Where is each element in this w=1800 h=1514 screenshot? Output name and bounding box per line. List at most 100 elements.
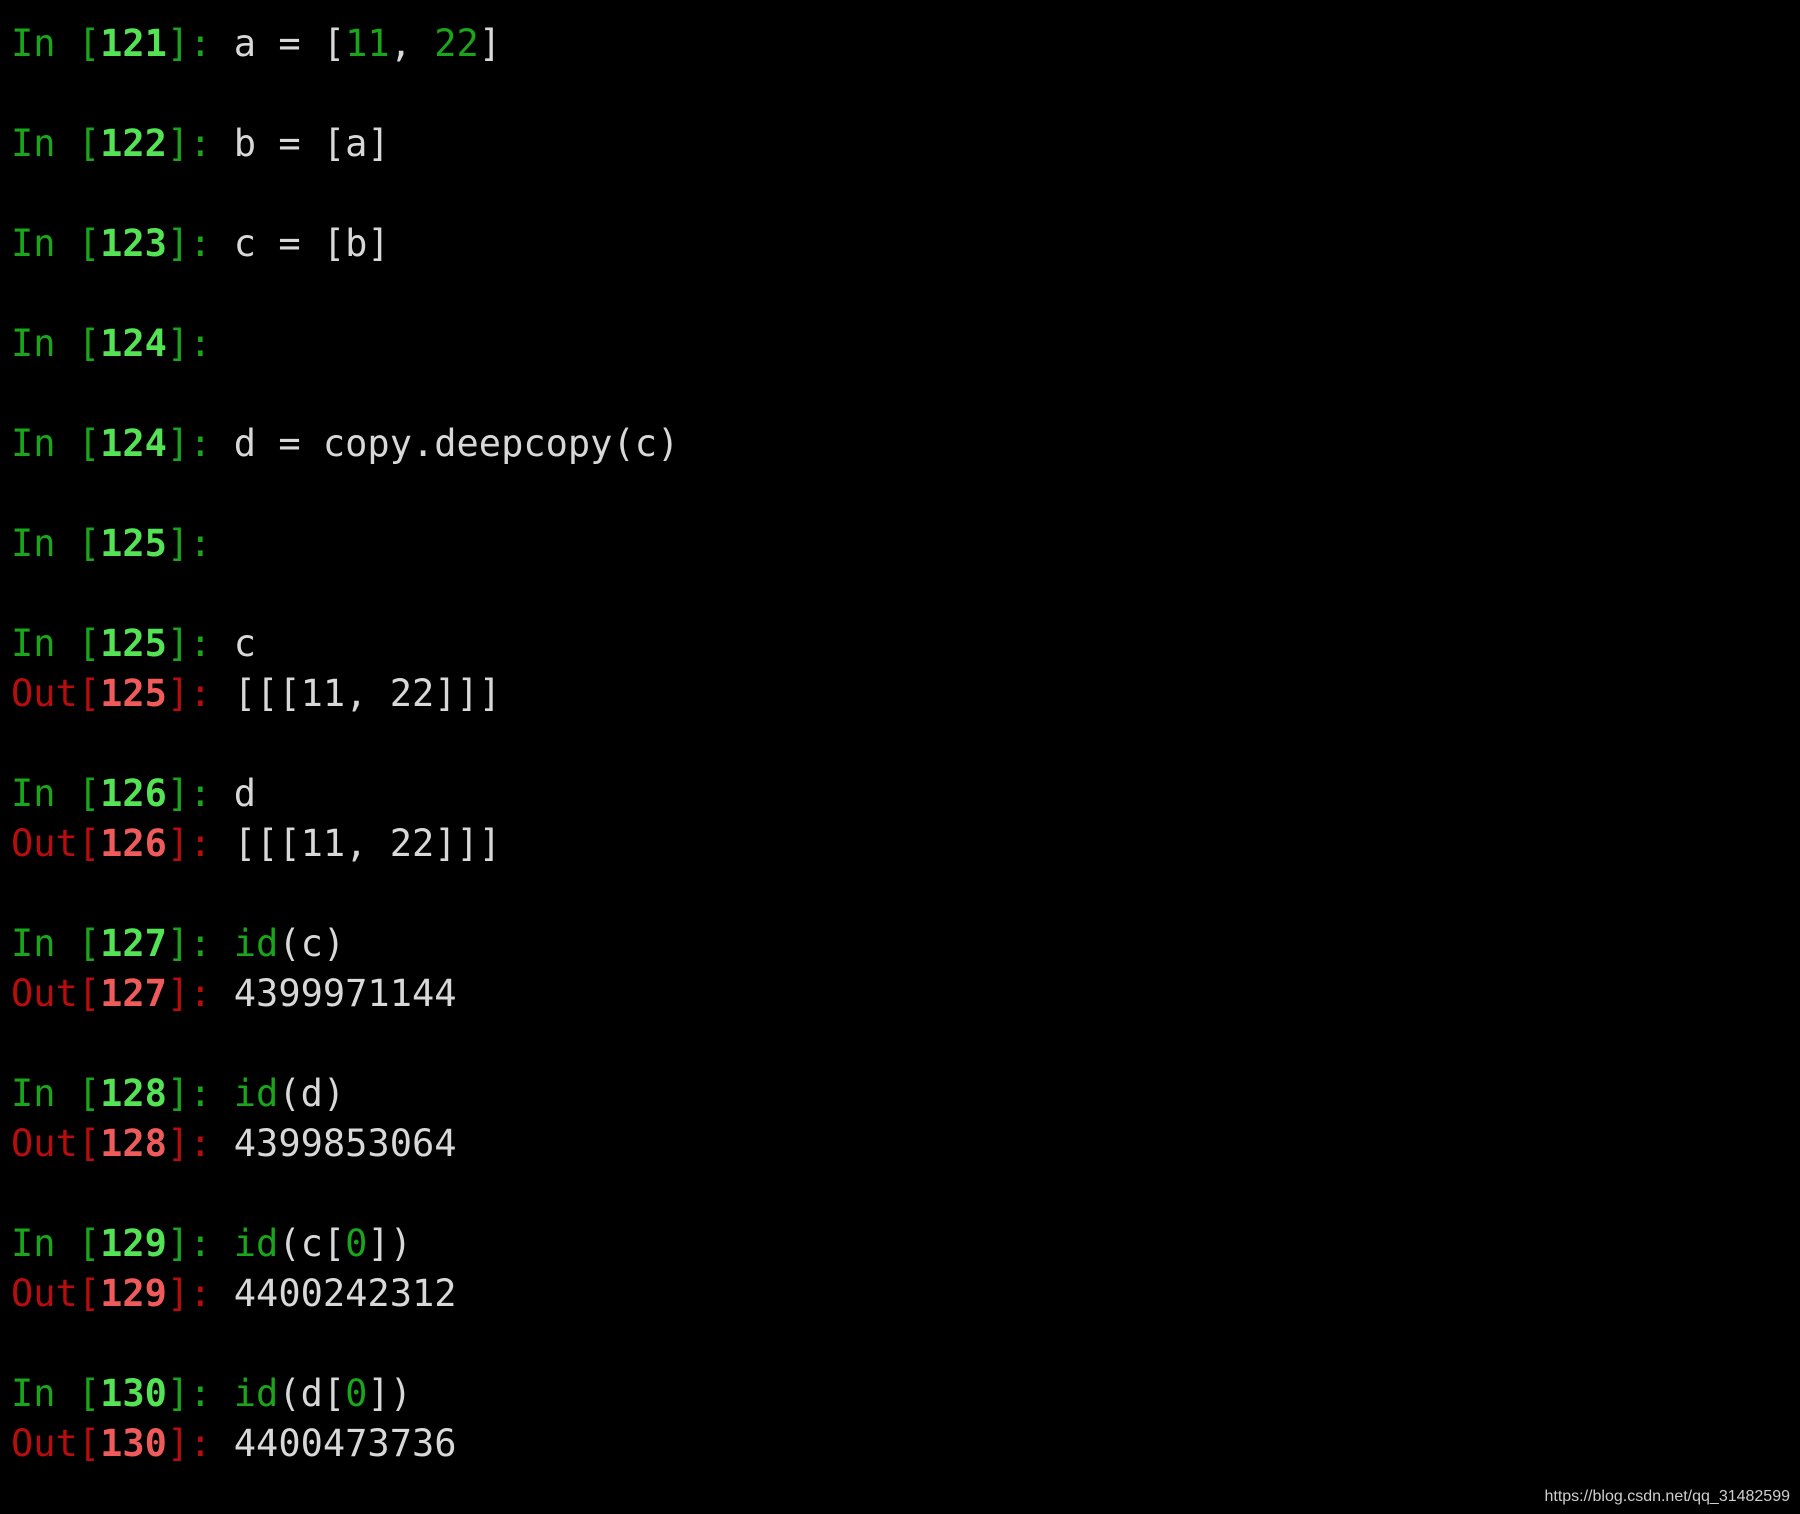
out-prompt-close: ]: [166, 672, 234, 715]
out-prompt-number: 125 [100, 672, 167, 715]
in-prompt-label: In [ [11, 522, 101, 565]
code-token: id [233, 1222, 279, 1265]
in-prompt-number: 127 [100, 922, 167, 965]
input-line[interactable]: In [127]: id(c) [11, 920, 345, 968]
in-prompt-label: In [ [11, 1372, 101, 1415]
output-value: 4399853064 [233, 1122, 457, 1165]
in-prompt-label: In [ [11, 772, 101, 815]
code-token: 22 [434, 22, 479, 65]
in-prompt-close: ]: [166, 622, 234, 665]
code-token: (c) [278, 922, 346, 965]
in-prompt-close: ]: [166, 422, 234, 465]
out-prompt-label: Out[ [11, 672, 101, 715]
output-line: Out[128]: 4399853064 [11, 1120, 457, 1168]
in-prompt-close: ]: [166, 222, 234, 265]
out-prompt-close: ]: [166, 1272, 234, 1315]
in-prompt-close: ]: [166, 1072, 234, 1115]
in-prompt-number: 126 [100, 772, 167, 815]
ipython-terminal[interactable]: In [121]: a = [11, 22] In [122]: b = [a] I… [0, 0, 1800, 1514]
out-prompt-label: Out[ [11, 822, 101, 865]
code-token: (d) [278, 1072, 346, 1115]
in-prompt-close: ]: [166, 122, 234, 165]
input-line[interactable]: In [126]: d [11, 770, 256, 818]
in-prompt-number: 125 [100, 622, 167, 665]
input-line[interactable]: In [124]: [11, 320, 234, 368]
code-token: ] [478, 22, 502, 65]
code-token: id [233, 1372, 279, 1415]
out-prompt-number: 129 [100, 1272, 167, 1315]
code-token: d [233, 772, 257, 815]
in-prompt-label: In [ [11, 22, 101, 65]
in-prompt-close: ]: [166, 522, 234, 565]
in-prompt-number: 124 [100, 322, 167, 365]
input-line[interactable]: In [125]: [11, 520, 234, 568]
input-line[interactable]: In [130]: id(d[0]) [11, 1370, 412, 1418]
in-prompt-number: 123 [100, 222, 167, 265]
in-prompt-label: In [ [11, 322, 101, 365]
output-value: 4400242312 [233, 1272, 457, 1315]
code-token: ]) [367, 1222, 412, 1265]
in-prompt-close: ]: [166, 322, 234, 365]
code-token: id [233, 1072, 279, 1115]
out-prompt-number: 128 [100, 1122, 167, 1165]
code-token: 0 [345, 1222, 368, 1265]
code-token: ]) [367, 1372, 412, 1415]
output-value: [[[11, 22]]] [233, 822, 502, 865]
input-line[interactable]: In [123]: c = [b] [11, 220, 390, 268]
output-value: 4399971144 [233, 972, 457, 1015]
out-prompt-label: Out[ [11, 972, 101, 1015]
in-prompt-label: In [ [11, 1222, 101, 1265]
out-prompt-close: ]: [166, 822, 234, 865]
output-line: Out[126]: [[[11, 22]]] [11, 820, 501, 868]
output-value: 4400473736 [233, 1422, 457, 1465]
code-token: , [389, 22, 435, 65]
out-prompt-label: Out[ [11, 1272, 101, 1315]
in-prompt-label: In [ [11, 222, 101, 265]
output-line: Out[130]: 4400473736 [11, 1420, 457, 1468]
code-token: a = [ [233, 22, 346, 65]
out-prompt-close: ]: [166, 1122, 234, 1165]
in-prompt-number: 122 [100, 122, 167, 165]
code-token: id [233, 922, 279, 965]
in-prompt-close: ]: [166, 922, 234, 965]
watermark-url: https://blog.csdn.net/qq_31482599 [1544, 1488, 1790, 1505]
in-prompt-number: 129 [100, 1222, 167, 1265]
input-line[interactable]: In [121]: a = [11, 22] [11, 20, 501, 68]
in-prompt-close: ]: [166, 1372, 234, 1415]
output-line: Out[125]: [[[11, 22]]] [11, 670, 501, 718]
code-token: c [233, 622, 257, 665]
input-line[interactable]: In [124]: d = copy.deepcopy(c) [11, 420, 679, 468]
in-prompt-number: 125 [100, 522, 167, 565]
code-token: b = [a] [233, 122, 390, 165]
in-prompt-close: ]: [166, 772, 234, 815]
code-token: (d[ [278, 1372, 346, 1415]
input-line[interactable]: In [128]: id(d) [11, 1070, 345, 1118]
out-prompt-close: ]: [166, 1422, 234, 1465]
out-prompt-label: Out[ [11, 1122, 101, 1165]
out-prompt-number: 126 [100, 822, 167, 865]
out-prompt-number: 130 [100, 1422, 167, 1465]
in-prompt-label: In [ [11, 922, 101, 965]
in-prompt-label: In [ [11, 622, 101, 665]
code-token: (c[ [278, 1222, 346, 1265]
in-prompt-number: 121 [100, 22, 167, 65]
out-prompt-number: 127 [100, 972, 167, 1015]
in-prompt-number: 130 [100, 1372, 167, 1415]
code-token: 0 [345, 1372, 368, 1415]
input-line[interactable]: In [122]: b = [a] [11, 120, 390, 168]
output-value: [[[11, 22]]] [233, 672, 502, 715]
in-prompt-label: In [ [11, 1072, 101, 1115]
in-prompt-number: 124 [100, 422, 167, 465]
input-line[interactable]: In [129]: id(c[0]) [11, 1220, 412, 1268]
output-line: Out[129]: 4400242312 [11, 1270, 457, 1318]
output-line: Out[127]: 4399971144 [11, 970, 457, 1018]
in-prompt-number: 128 [100, 1072, 167, 1115]
in-prompt-close: ]: [166, 22, 234, 65]
in-prompt-label: In [ [11, 122, 101, 165]
out-prompt-close: ]: [166, 972, 234, 1015]
input-line[interactable]: In [125]: c [11, 620, 256, 668]
code-token: c = [b] [233, 222, 390, 265]
in-prompt-close: ]: [166, 1222, 234, 1265]
code-token: d = copy.deepcopy(c) [233, 422, 680, 465]
out-prompt-label: Out[ [11, 1422, 101, 1465]
